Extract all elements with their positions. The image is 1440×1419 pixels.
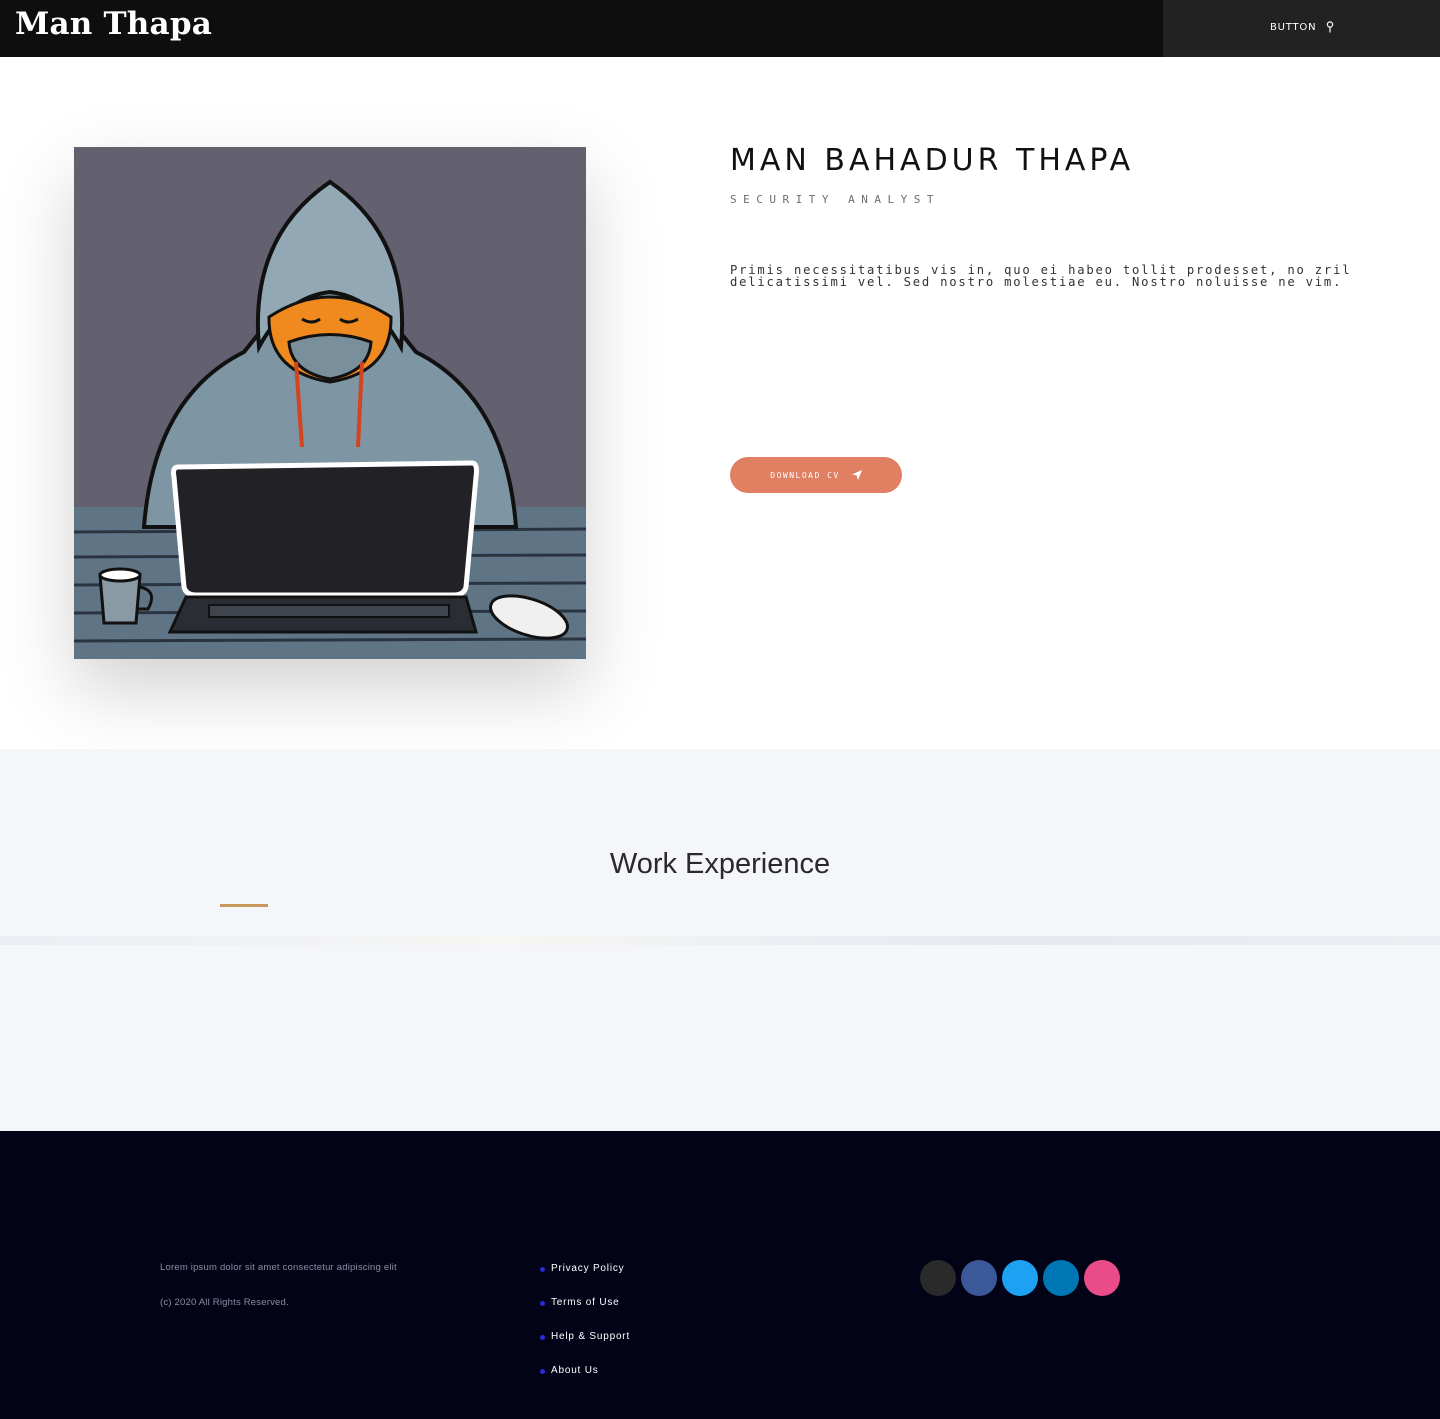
section-title: Work Experience [609,848,831,880]
hooded-hacker-illustration [74,147,586,659]
profile-image [74,147,586,659]
hero-section: MAN BAHADUR THAPA SECURITY ANALYST Primi… [0,57,1440,749]
footer-link-about[interactable]: About Us [540,1365,630,1399]
social-links [920,1260,1120,1296]
brand-logo[interactable]: Man Thapa [15,6,212,42]
footer-link-label: Terms of Use [551,1297,620,1308]
work-experience-section: Work Experience [0,749,1440,1131]
bullet-icon [540,1369,545,1374]
bullet-icon [540,1267,545,1272]
bullet-icon [540,1335,545,1340]
linkedin-icon[interactable] [1043,1260,1079,1296]
bullet-icon [540,1301,545,1306]
facebook-icon[interactable] [961,1260,997,1296]
map-pin-icon [1327,21,1334,33]
footer: Lorem ipsum dolor sit amet consectetur a… [0,1131,1440,1419]
header-button-label: BUTTON [1270,21,1317,33]
bio-line: delicatissimi vel. Sed nostro molestiae … [730,275,1343,289]
download-cv-button[interactable]: DOWNLOAD CV [730,457,902,493]
footer-link-label: Help & Support [551,1331,631,1342]
footer-link-help[interactable]: Help & Support [540,1331,630,1365]
section-divider-strip [0,936,1440,945]
header-button[interactable]: BUTTON [1270,21,1334,33]
twitter-icon[interactable] [1002,1260,1038,1296]
profile-bio: Primis necessitatibus vis in, quo ei hab… [730,264,1390,288]
footer-link-label: About Us [551,1365,599,1376]
footer-description: Lorem ipsum dolor sit amet consectetur a… [160,1262,397,1273]
title-underline [220,904,268,907]
footer-link-privacy[interactable]: Privacy Policy [540,1263,630,1297]
download-cv-label: DOWNLOAD CV [770,470,840,480]
github-icon[interactable] [920,1260,956,1296]
header-action-area: BUTTON [1163,0,1440,57]
dribbble-icon[interactable] [1084,1260,1120,1296]
paper-plane-icon [851,470,862,480]
profile-name: MAN BAHADUR THAPA [730,143,1135,178]
footer-link-label: Privacy Policy [551,1263,625,1274]
top-navbar: Man Thapa BUTTON [0,0,1440,57]
profile-role: SECURITY ANALYST [730,193,940,206]
footer-link-terms[interactable]: Terms of Use [540,1297,630,1331]
footer-links: Privacy Policy Terms of Use Help & Suppo… [540,1263,630,1399]
footer-copyright: (c) 2020 All Rights Reserved. [160,1297,289,1308]
